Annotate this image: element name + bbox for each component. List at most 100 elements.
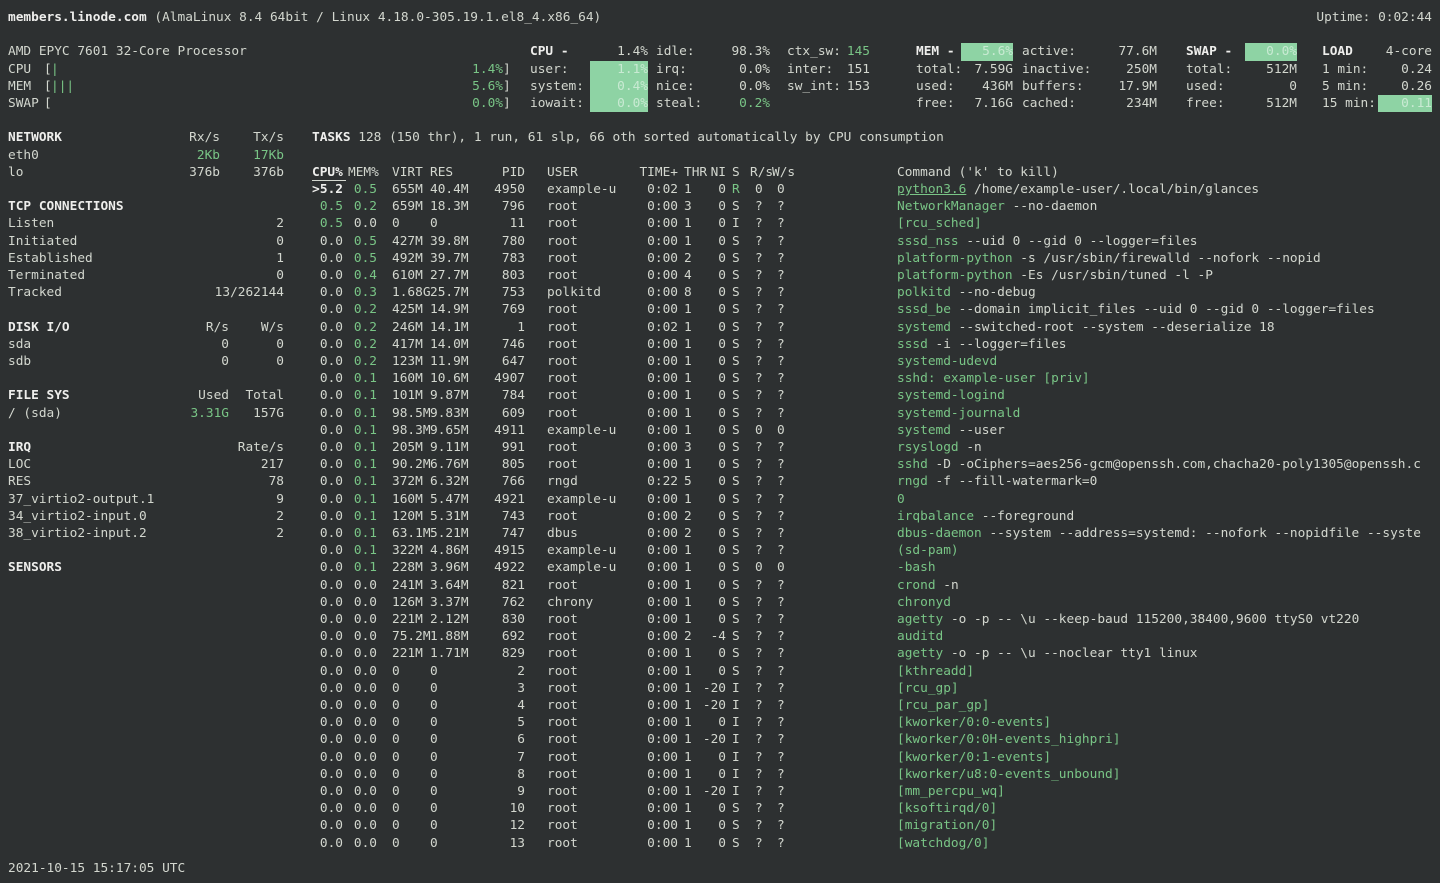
cell-virt: 0 — [392, 663, 400, 680]
cell-write-per-sec: ? — [777, 301, 785, 318]
cell-status: S — [732, 542, 740, 559]
stat-value: 98.3% — [714, 43, 770, 60]
metric-value: 2Kb — [140, 147, 220, 164]
metric-value: 0 — [226, 336, 284, 353]
gauge-label: SWAP — [8, 95, 39, 112]
cell-read-per-sec: ? — [755, 301, 763, 318]
cell-write-per-sec: ? — [777, 542, 785, 559]
column-header-s: S — [732, 164, 740, 181]
command-name: agetty — [897, 612, 943, 627]
cell-time: 0:00 — [623, 336, 678, 353]
stat-value: 145 — [820, 43, 870, 60]
column-header-command: Command ('k' to kill) — [897, 164, 1059, 181]
command-name: auditd — [897, 629, 943, 644]
cell-user: root — [547, 749, 578, 766]
cell-nice: 0 — [686, 508, 726, 525]
cell-status: S — [732, 473, 740, 490]
cell-read-per-sec: 0 — [755, 181, 763, 198]
cell-mem-percent: 0.0 — [337, 594, 377, 611]
cell-virt: 1.68G — [392, 284, 431, 301]
cell-status: S — [732, 284, 740, 301]
stat-value: 0.11 — [1378, 95, 1432, 112]
cell-user: example-u — [547, 542, 616, 559]
cell-user: root — [547, 783, 578, 800]
cell-virt: 0 — [392, 215, 400, 232]
cell-pid: 746 — [465, 336, 525, 353]
cell-status: S — [732, 439, 740, 456]
cell-time: 0:00 — [623, 645, 678, 662]
cell-time: 0:00 — [623, 439, 678, 456]
cell-time: 0:00 — [623, 766, 678, 783]
command-name: [ksoftirqd/0] — [897, 801, 997, 816]
command-name: systemd-journald — [897, 406, 1020, 421]
command-name: sssd — [897, 337, 928, 352]
cell-user: dbus — [547, 525, 578, 542]
cell-nice: 0 — [686, 800, 726, 817]
cell-write-per-sec: ? — [777, 370, 785, 387]
cell-res: 6.76M — [430, 456, 469, 473]
cell-time: 0:00 — [623, 714, 678, 731]
cell-user: root — [547, 611, 578, 628]
stat-label: total: — [916, 61, 962, 78]
cell-user: example-u — [547, 181, 616, 198]
cell-pid: 762 — [465, 594, 525, 611]
cell-read-per-sec: ? — [755, 233, 763, 250]
cell-user: rngd — [547, 473, 578, 490]
section-title: TCP CONNECTIONS — [8, 198, 124, 215]
gauge-label: CPU — [8, 61, 31, 78]
cell-time: 0:02 — [623, 181, 678, 198]
cell-res: 0 — [430, 817, 438, 834]
metric-label: RES — [8, 473, 31, 490]
cell-status: S — [732, 611, 740, 628]
cell-virt: 63.1M — [392, 525, 431, 542]
cell-virt: 425M — [392, 301, 423, 318]
cell-command: irqbalance --foreground — [897, 508, 1074, 525]
cell-command: systemd --user — [897, 422, 1005, 439]
cell-res: 1.88M — [430, 628, 469, 645]
cell-status: I — [732, 783, 740, 800]
column-header: Rate/s — [204, 439, 284, 456]
cell-res: 0 — [430, 663, 438, 680]
cell-user: root — [547, 697, 578, 714]
stat-value: 0.4% — [590, 78, 648, 95]
cell-time: 0:00 — [623, 628, 678, 645]
metric-label: 34_virtio2-input.0 — [8, 508, 147, 525]
cell-command: platform-python -s /usr/sbin/firewalld -… — [897, 250, 1321, 267]
cell-write-per-sec: ? — [777, 783, 785, 800]
cell-command: polkitd --no-debug — [897, 284, 1036, 301]
cell-command: chronyd — [897, 594, 951, 611]
cell-mem-percent: 0.1 — [337, 473, 377, 490]
stat-value: 436M — [961, 78, 1013, 95]
cell-virt: 221M — [392, 645, 423, 662]
cell-time: 0:22 — [623, 473, 678, 490]
cell-time: 0:00 — [623, 663, 678, 680]
cell-virt: 98.5M — [392, 405, 431, 422]
section-title: DISK I/O — [8, 319, 70, 336]
command-name: [kworker/0:1-events] — [897, 750, 1051, 765]
cell-nice: 0 — [686, 577, 726, 594]
metric-label: lo — [8, 164, 23, 181]
cell-pid: 6 — [465, 731, 525, 748]
cell-mem-percent: 0.0 — [337, 749, 377, 766]
cell-status: I — [732, 766, 740, 783]
command-args: --foreground — [974, 509, 1074, 524]
cell-time: 0:00 — [623, 284, 678, 301]
cell-pid: 4922 — [465, 559, 525, 576]
cell-mem-percent: 0.0 — [337, 714, 377, 731]
cell-virt: 75.2M — [392, 628, 431, 645]
cell-pid: 13 — [465, 835, 525, 852]
gauge-percent: 5.6% — [381, 78, 503, 95]
cell-nice: -20 — [686, 697, 726, 714]
cell-time: 0:00 — [623, 370, 678, 387]
clock-timestamp: 2021-10-15 15:17:05 UTC — [8, 860, 185, 877]
cell-time: 0:00 — [623, 697, 678, 714]
cell-status: S — [732, 198, 740, 215]
column-header-time: TIME+ — [623, 164, 678, 181]
cell-command: systemd-udevd — [897, 353, 997, 370]
cell-user: root — [547, 663, 578, 680]
terminal-screen[interactable]: members.linode.com (AlmaLinux 8.4 64bit … — [0, 0, 1440, 883]
command-name: sshd: example-user [priv] — [897, 371, 1090, 386]
cell-pid: 805 — [465, 456, 525, 473]
cell-command: sssd_nss --uid 0 --gid 0 --logger=files — [897, 233, 1197, 250]
command-args: -Es /usr/sbin/tuned -l -P — [1013, 268, 1213, 283]
